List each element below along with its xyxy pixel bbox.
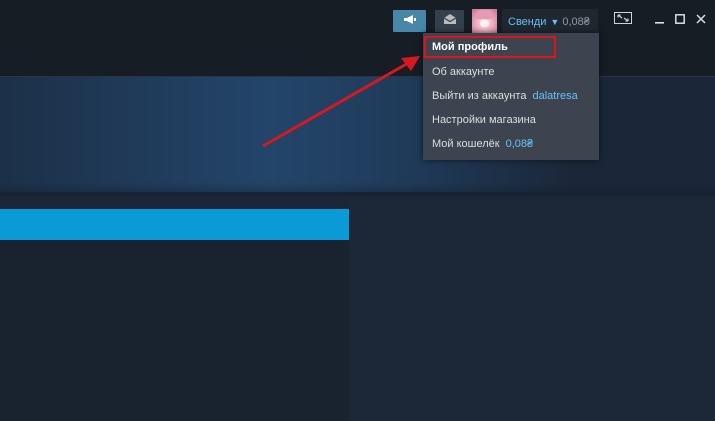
profile-banner [0, 77, 715, 192]
inbox-button[interactable] [435, 10, 464, 32]
wallet-amount: 0,08₴ [505, 138, 534, 150]
minimize-button[interactable] [653, 12, 667, 28]
banner-shadow [0, 182, 715, 196]
avatar[interactable] [472, 9, 497, 34]
menu-item-wallet[interactable]: Мой кошелёк 0,08₴ [432, 138, 533, 150]
chevron-down-icon: ▼ [550, 16, 560, 27]
content-tab-bar[interactable] [0, 209, 349, 240]
close-button[interactable] [694, 12, 708, 28]
minimize-icon [655, 11, 665, 29]
menu-item-account-details[interactable]: Об аккаунте [432, 66, 495, 78]
menu-item-label: Об аккаунте [432, 66, 495, 78]
fullscreen-icon [614, 11, 632, 29]
account-name: Свенди [508, 15, 547, 28]
left-panel [0, 209, 349, 421]
menu-item-label: Выйти из аккаунта [432, 90, 527, 102]
announcements-button[interactable] [393, 10, 426, 32]
fullscreen-button[interactable] [613, 12, 633, 28]
right-panel [349, 196, 715, 421]
account-pulldown[interactable]: Свенди ▼ 0,08₴ [502, 9, 598, 34]
menu-item-label: Настройки магазина [432, 114, 536, 126]
account-login-name: dalatresa [532, 90, 578, 102]
close-icon [696, 11, 706, 29]
maximize-icon [675, 11, 685, 29]
maximize-button[interactable] [673, 12, 687, 28]
megaphone-icon [403, 12, 417, 30]
annotation-highlight-box [424, 36, 556, 58]
envelope-icon [443, 12, 457, 30]
menu-item-store-preferences[interactable]: Настройки магазина [432, 114, 536, 126]
menu-item-label: Мой кошелёк [432, 138, 500, 150]
menu-item-logout[interactable]: Выйти из аккаунта dalatresa [432, 90, 578, 102]
top-bar [0, 0, 715, 76]
wallet-balance: 0,08₴ [562, 15, 590, 28]
